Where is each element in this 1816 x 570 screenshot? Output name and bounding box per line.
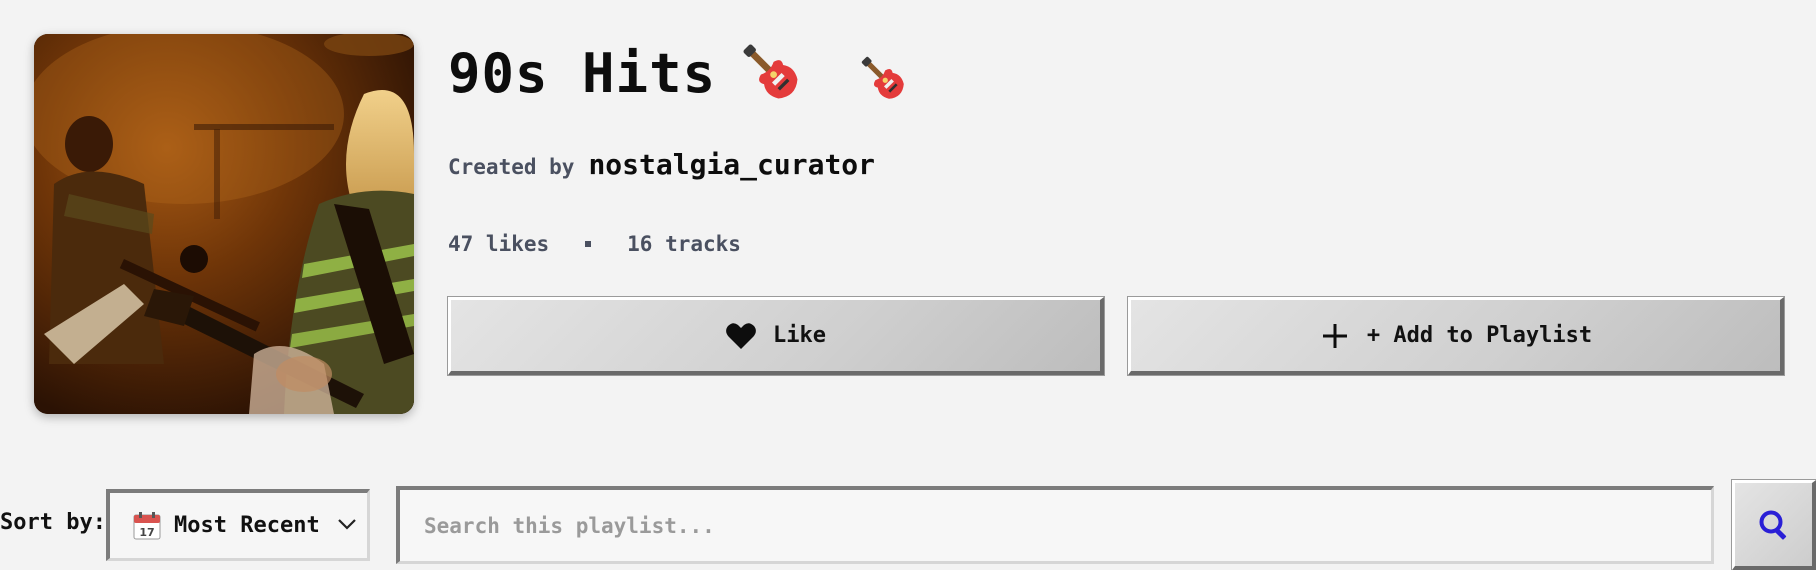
- sort-selected-value: Most Recent: [174, 513, 320, 538]
- playlist-title-row: 90s Hits: [448, 28, 912, 118]
- creator-row: Created by nostalgia_curator: [448, 148, 875, 181]
- playlist-title: 90s Hits: [448, 41, 717, 105]
- heart-icon: [726, 322, 756, 349]
- playlist-stats: 47 likes 16 tracks: [448, 232, 741, 256]
- add-to-playlist-button[interactable]: + Add to Playlist: [1127, 296, 1785, 376]
- add-to-playlist-label: + Add to Playlist: [1366, 323, 1593, 348]
- calendar-icon: 17: [133, 511, 161, 539]
- likes-count: 47 likes: [448, 232, 550, 256]
- search-icon: [1759, 510, 1786, 540]
- album-cover: [34, 34, 414, 414]
- tracks-count: 16 tracks: [627, 232, 741, 256]
- search-field[interactable]: [396, 486, 1714, 564]
- like-label: Like: [773, 323, 826, 348]
- sort-dropdown[interactable]: 17 Most Recent: [106, 489, 370, 561]
- playlist-page: 90s Hits Created by nostalgia_curator 47…: [0, 0, 1816, 570]
- chevron-down-icon: [338, 519, 356, 530]
- guitar-icon: [743, 44, 798, 99]
- like-button[interactable]: Like: [447, 296, 1105, 376]
- created-by-label: Created by: [448, 155, 575, 179]
- creator-name[interactable]: nostalgia_curator: [588, 148, 875, 181]
- separator-dot: [585, 241, 592, 247]
- guitar-icon: [861, 56, 904, 99]
- calendar-day: 17: [139, 526, 154, 539]
- plus-icon: [1322, 323, 1347, 348]
- sort-label: Sort by:: [0, 510, 106, 535]
- album-cover-art: [34, 34, 414, 414]
- search-input[interactable]: [422, 512, 1711, 539]
- search-button[interactable]: [1731, 479, 1816, 570]
